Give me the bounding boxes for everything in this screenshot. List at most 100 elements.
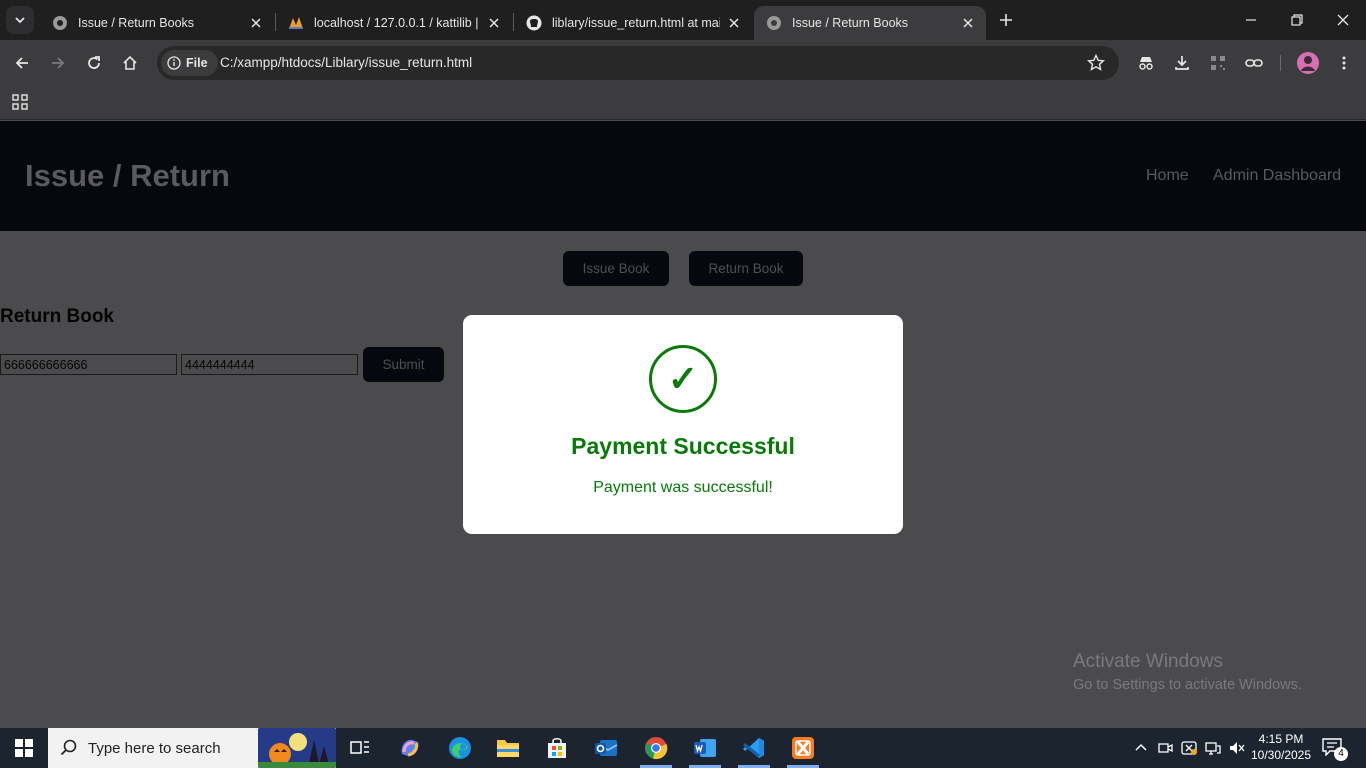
close-tab-icon[interactable] <box>486 15 502 31</box>
student-id-input[interactable] <box>0 354 177 375</box>
share-link-button[interactable] <box>1240 49 1268 77</box>
minimize-icon <box>1246 19 1256 21</box>
apps-grid-icon[interactable] <box>11 93 29 111</box>
globe-icon <box>766 15 782 31</box>
page-title: Issue / Return <box>25 158 230 193</box>
close-tab-icon[interactable] <box>960 15 976 31</box>
search-icon <box>60 739 77 756</box>
nav-home-link[interactable]: Home <box>1146 167 1189 185</box>
close-window-button[interactable] <box>1320 0 1366 40</box>
tab-title: Issue / Return Books <box>792 16 909 30</box>
issue-book-button[interactable]: Issue Book <box>563 251 669 286</box>
payment-success-modal: ✓ Payment Successful Payment was success… <box>463 315 903 534</box>
chevron-down-icon <box>15 17 25 24</box>
volume-muted-icon[interactable] <box>1228 739 1246 757</box>
modal-message: Payment was successful! <box>593 479 773 496</box>
tab-title: liblary/issue_return.html at main <box>552 16 720 30</box>
close-icon <box>1337 14 1349 26</box>
globe-icon <box>52 15 68 31</box>
avatar <box>1297 52 1319 74</box>
search-placeholder: Type here to search <box>88 740 221 757</box>
chrome-app[interactable] <box>632 728 680 768</box>
xampp-tray-icon[interactable] <box>1180 739 1198 757</box>
system-clock[interactable]: 4:15 PM 10/30/2025 <box>1250 731 1312 763</box>
meet-now-icon[interactable] <box>1156 739 1174 757</box>
mail-icon <box>595 740 618 756</box>
tab-strip: Issue / Return Books localhost / 127.0.0… <box>0 0 1366 40</box>
submit-button[interactable]: Submit <box>363 347 444 382</box>
info-icon <box>167 56 181 70</box>
file-explorer-app[interactable] <box>484 728 532 768</box>
url-text[interactable]: C:/xampp/htdocs/Liblary/issue_return.htm… <box>220 55 472 70</box>
back-button[interactable] <box>8 49 36 77</box>
return-book-button[interactable]: Return Book <box>689 251 803 286</box>
more-vertical-icon <box>1342 56 1346 70</box>
close-tab-icon[interactable] <box>248 15 264 31</box>
bookmarks-bar <box>0 86 1366 120</box>
vscode-icon <box>743 738 764 758</box>
chrome-icon <box>645 737 668 760</box>
xampp-app[interactable] <box>779 728 827 768</box>
xampp-icon <box>792 737 814 759</box>
nav-admin-dashboard-link[interactable]: Admin Dashboard <box>1213 167 1341 185</box>
vscode-app[interactable] <box>730 728 778 768</box>
address-bar[interactable]: File C:/xampp/htdocs/Liblary/issue_retur… <box>157 46 1119 80</box>
check-circle-icon: ✓ <box>649 345 717 413</box>
activate-windows-title: Activate Windows <box>1073 651 1223 672</box>
site-info-chip[interactable]: File <box>161 50 218 76</box>
book-id-input[interactable] <box>181 354 358 375</box>
home-icon <box>123 55 137 70</box>
store-bag-icon <box>548 737 566 758</box>
qr-code-button[interactable] <box>1204 49 1232 77</box>
word-icon <box>694 739 716 757</box>
tab-title: Issue / Return Books <box>78 16 195 30</box>
tab-phpmyadmin[interactable]: localhost / 127.0.0.1 / kattilib | p <box>276 6 512 40</box>
new-tab-button[interactable] <box>994 8 1018 32</box>
word-app[interactable] <box>681 728 729 768</box>
restore-button[interactable] <box>1274 0 1320 40</box>
minimize-button[interactable] <box>1228 0 1274 40</box>
start-button[interactable] <box>0 728 48 768</box>
phpmyadmin-icon <box>288 15 304 31</box>
plus-icon <box>1000 14 1012 26</box>
edge-app[interactable] <box>436 728 484 768</box>
network-icon[interactable] <box>1204 739 1222 757</box>
tab-issue-return-active[interactable]: Issue / Return Books <box>754 6 986 40</box>
profile-button[interactable] <box>1294 49 1322 77</box>
tab-github[interactable]: liblary/issue_return.html at main <box>514 6 752 40</box>
restore-icon <box>1291 14 1303 26</box>
chevron-up-icon[interactable] <box>1132 739 1150 757</box>
taskbar: Type here to search 4:15 PM 10/30/2025 4 <box>0 728 1366 768</box>
qr-code-icon <box>1211 56 1225 70</box>
page-viewport: Issue / Return Home Admin Dashboard Issu… <box>0 121 1366 728</box>
download-icon <box>1175 56 1189 70</box>
downloads-button[interactable] <box>1168 49 1196 77</box>
tab-title: localhost / 127.0.0.1 / kattilib | p <box>314 16 480 30</box>
clock-date: 10/30/2025 <box>1250 748 1312 762</box>
copilot-app[interactable] <box>386 728 434 768</box>
close-tab-icon[interactable] <box>726 15 742 31</box>
task-view-icon <box>350 741 369 754</box>
copilot-icon <box>401 739 419 757</box>
taskbar-search[interactable]: Type here to search <box>48 728 336 768</box>
incognito-icon <box>1139 57 1153 70</box>
edge-icon <box>449 737 471 759</box>
tab-issue-return-1[interactable]: Issue / Return Books <box>40 6 274 40</box>
file-chip-label: File <box>186 56 208 70</box>
site-header: Issue / Return Home Admin Dashboard <box>0 121 1366 231</box>
microsoft-store-app[interactable] <box>533 728 581 768</box>
notification-center-button[interactable]: 4 <box>1322 738 1348 761</box>
toolbar-separator <box>1280 55 1281 71</box>
reload-button[interactable] <box>80 49 108 77</box>
star-icon[interactable] <box>1087 54 1105 72</box>
section-title: Return Book <box>0 306 114 327</box>
clock-time: 4:15 PM <box>1258 732 1304 746</box>
incognito-button[interactable] <box>1132 49 1160 77</box>
task-view-button[interactable] <box>336 728 384 768</box>
menu-button[interactable] <box>1330 49 1358 77</box>
tab-search-button[interactable] <box>6 6 34 34</box>
home-button[interactable] <box>116 49 144 77</box>
notification-count-badge: 4 <box>1334 747 1348 761</box>
outlook-app[interactable] <box>582 728 630 768</box>
forward-button[interactable] <box>44 49 72 77</box>
